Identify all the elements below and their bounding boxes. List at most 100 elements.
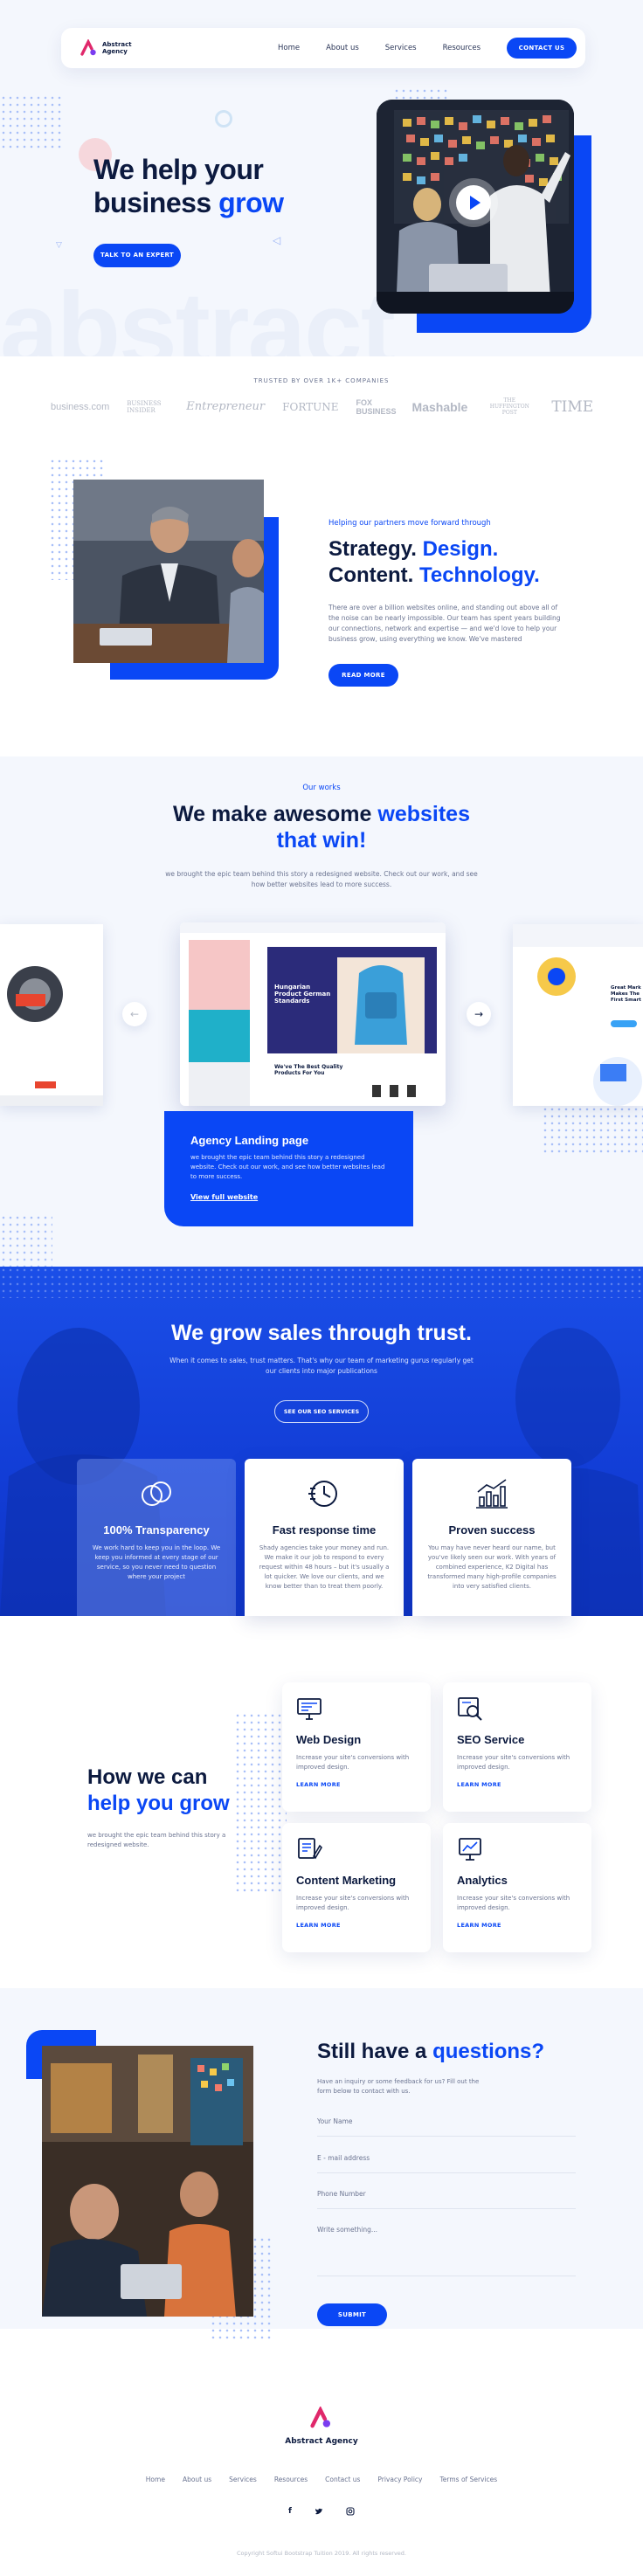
- dot-pattern: [0, 94, 61, 150]
- brand-logo: Entrepreneur: [186, 400, 266, 413]
- service-card-title: SEO Service: [457, 1733, 525, 1746]
- works-kicker: Our works: [302, 784, 341, 792]
- service-card-content-marketing[interactable]: Content Marketing Increase your site's c…: [282, 1823, 431, 1952]
- hero-title-line2: business grow: [93, 187, 284, 218]
- growth-chart-icon: [476, 1479, 508, 1509]
- footer-link-services[interactable]: Services: [229, 2476, 257, 2483]
- work-card-title: Agency Landing page: [190, 1134, 309, 1147]
- footer-link-privacy[interactable]: Privacy Policy: [377, 2476, 422, 2483]
- read-more-button[interactable]: READ MORE: [328, 664, 398, 687]
- service-card-title: Content Marketing: [296, 1874, 397, 1887]
- trust-card-transparency: 100% Transparency We work hard to keep y…: [77, 1459, 236, 1616]
- learn-more-link[interactable]: LEARN MORE: [296, 1781, 417, 1788]
- twitter-icon[interactable]: [315, 2507, 323, 2516]
- service-card-title: Analytics: [457, 1874, 508, 1887]
- trust-card-body: You may have never heard our name, but y…: [427, 1544, 557, 1590]
- hero-title-accent: grow: [218, 187, 284, 218]
- strategy-kicker: Helping our partners move forward throug…: [328, 519, 491, 528]
- decor-triangle: ◁: [273, 234, 281, 246]
- nav-item-about[interactable]: About us: [326, 44, 359, 52]
- carousel-prev-button[interactable]: ←: [122, 1002, 147, 1026]
- trust-card-title: 100% Transparency: [103, 1523, 210, 1537]
- hero-title: We help your business grow: [93, 153, 284, 219]
- brand-logo: business.com: [51, 401, 110, 412]
- instagram-icon[interactable]: [346, 2507, 355, 2516]
- footer-links: Home About us Services Resources Contact…: [0, 2476, 643, 2483]
- strategy-body: There are over a billion websites online…: [328, 604, 561, 643]
- contact-us-button[interactable]: CONTACT US: [507, 38, 577, 59]
- footer-link-terms[interactable]: Terms of Services: [439, 2476, 497, 2483]
- work-thumb-right[interactable]: Great Mark Makes The First Smart: [513, 924, 643, 1106]
- learn-more-link[interactable]: LEARN MORE: [457, 1922, 577, 1929]
- trust-card-response: Fast response time Shady agencies take y…: [245, 1459, 404, 1616]
- hero-section: abstract ▽ ◁ Abstract Agency Home About u…: [0, 0, 643, 356]
- learn-more-link[interactable]: LEARN MORE: [296, 1922, 417, 1929]
- mock-subheading: We've The Best Quality Products For You: [274, 1064, 343, 1076]
- brand-logo: Mashable: [411, 399, 468, 414]
- service-card-analytics[interactable]: Analytics Increase your site's conversio…: [443, 1823, 591, 1952]
- top-navbar: Abstract Agency Home About us Services Re…: [61, 28, 585, 68]
- meeting-photo: [73, 480, 264, 663]
- logo[interactable]: Abstract Agency: [80, 39, 132, 57]
- decor-ring: [215, 110, 232, 128]
- timer-icon: [308, 1481, 337, 1507]
- hero-watermark: abstract: [0, 271, 396, 356]
- name-field[interactable]: Your Name: [317, 2117, 576, 2137]
- message-textarea[interactable]: Write something...: [317, 2226, 576, 2276]
- service-card-web-design[interactable]: Web Design Increase your site's conversi…: [282, 1682, 431, 1812]
- seo-services-button[interactable]: SEE OUR SEO SERVICES: [274, 1400, 369, 1423]
- office-photo: [42, 2046, 253, 2317]
- footer-link-contact[interactable]: Contact us: [325, 2476, 360, 2483]
- logo-icon: [80, 39, 96, 56]
- service-card-body: Increase your site's conversions with im…: [296, 1895, 410, 1911]
- seo-icon: [458, 1697, 482, 1721]
- work-card-screenshot[interactable]: Hungarian Product German Standards We've…: [180, 922, 446, 1106]
- mock-heading: Hungarian Product German Standards: [274, 984, 331, 1005]
- trust-card-body: Shady agencies take your money and run. …: [259, 1544, 390, 1590]
- nav-item-resources[interactable]: Resources: [443, 44, 481, 52]
- dot-pattern: [234, 1712, 287, 1896]
- copyright: Copyright Softui Bootstrap Tuition 2019.…: [237, 2550, 406, 2557]
- works-heading: We make awesome websites that win!: [173, 802, 470, 853]
- trust-card-body: We work hard to keep you in the loop. We…: [92, 1544, 221, 1580]
- nav-links: Home About us Services Resources: [278, 44, 507, 52]
- brand-logo: FOX BUSINESS: [356, 397, 397, 416]
- page: abstract ▽ ◁ Abstract Agency Home About u…: [0, 0, 643, 2576]
- play-button[interactable]: [456, 185, 491, 220]
- rings-icon: [142, 1481, 171, 1506]
- social-links: f: [288, 2507, 355, 2516]
- trust-body: When it comes to sales, trust matters. T…: [169, 1357, 474, 1375]
- learn-more-link[interactable]: LEARN MORE: [457, 1781, 577, 1788]
- footer-link-home[interactable]: Home: [146, 2476, 165, 2483]
- logo-line2: Agency: [102, 48, 128, 55]
- email-field[interactable]: E - mail address: [317, 2154, 576, 2173]
- work-thumb-left[interactable]: [0, 924, 103, 1106]
- work-card-info: Agency Landing page we brought the epic …: [164, 1111, 413, 1226]
- hero-video-thumbnail[interactable]: [377, 100, 574, 314]
- logo-line1: Abstract: [102, 41, 132, 48]
- service-card-body: Increase your site's conversions with im…: [457, 1895, 570, 1911]
- contact-heading: Still have a questions?: [317, 2040, 545, 2063]
- footer-link-about[interactable]: About us: [183, 2476, 211, 2483]
- talk-to-expert-button[interactable]: TALK TO AN EXPERT: [93, 244, 181, 267]
- services-body: we brought the epic team behind this sto…: [87, 1832, 226, 1848]
- submit-button[interactable]: SUBMIT: [317, 2303, 387, 2326]
- carousel-next-button[interactable]: →: [467, 1002, 491, 1026]
- phone-field[interactable]: Phone Number: [317, 2190, 576, 2209]
- strategy-heading: Strategy. Design. Content. Technology.: [328, 537, 540, 587]
- facebook-icon[interactable]: f: [288, 2507, 292, 2516]
- nav-item-home[interactable]: Home: [278, 44, 300, 52]
- trust-card-success: Proven success You may have never heard …: [412, 1459, 571, 1616]
- decor-triangle: ▽: [56, 241, 62, 250]
- view-full-website-link[interactable]: View full website: [190, 1193, 258, 1201]
- content-icon: [298, 1838, 323, 1860]
- footer-link-resources[interactable]: Resources: [274, 2476, 308, 2483]
- service-card-title: Web Design: [296, 1733, 362, 1746]
- brand-logo: TIME: [551, 397, 594, 416]
- thumb-caption: Great Mark Makes The First Smart: [611, 985, 641, 1003]
- dot-pattern: [0, 1267, 643, 1298]
- brand-logo: FORTUNE: [282, 400, 339, 413]
- footer-logo-icon[interactable]: [310, 2407, 333, 2429]
- nav-item-services[interactable]: Services: [385, 44, 417, 52]
- service-card-seo[interactable]: SEO Service Increase your site's convers…: [443, 1682, 591, 1812]
